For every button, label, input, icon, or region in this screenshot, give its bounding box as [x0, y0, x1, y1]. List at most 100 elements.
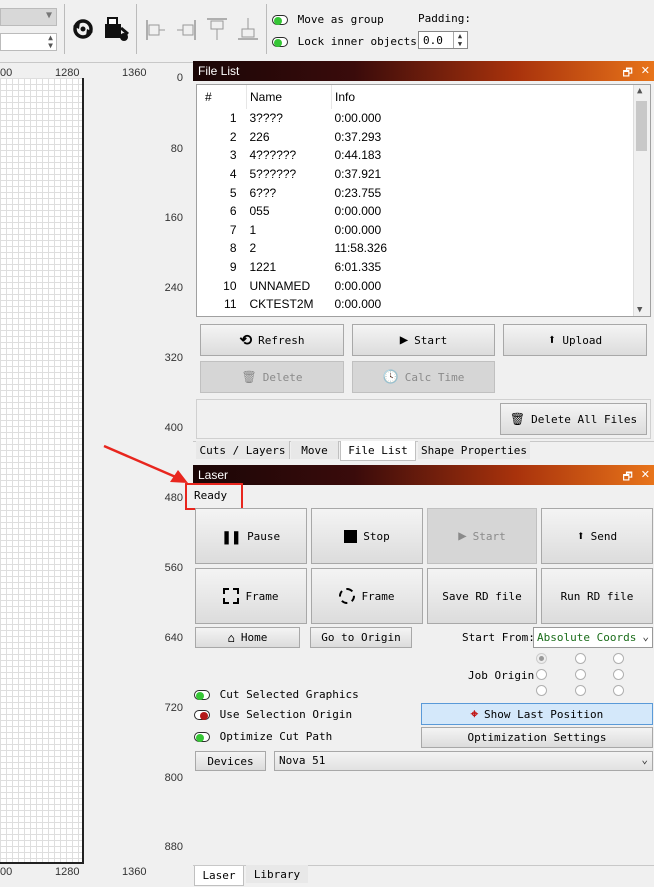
table-row[interactable]: 4 5?????? 0:37.921	[197, 165, 636, 184]
toggle-switch-icon[interactable]	[194, 690, 210, 700]
file-list-table-box[interactable]: # Name Info 1 3???? 0:00.000 2 226 0:37.293 3 4…	[196, 84, 651, 317]
align-top-icon[interactable]	[205, 16, 229, 42]
home-label: Home	[240, 631, 268, 644]
table-cell-num: 7	[229, 222, 237, 237]
go-to-origin-button[interactable]: Go to Origin	[310, 627, 412, 648]
start-button[interactable]: ▶ Start	[427, 508, 537, 564]
refresh-label: Refresh	[258, 333, 305, 347]
table-cell-name: UNNAMED	[249, 278, 311, 293]
cut-selected-graphics-toggle[interactable]: Cut Selected Graphics	[194, 688, 359, 701]
origin-radio-tc[interactable]	[575, 653, 586, 664]
tab-shape-properties[interactable]: Shape Properties	[418, 441, 530, 459]
table-cell-info: 0:37.293	[334, 129, 382, 144]
delete-button[interactable]: 🗑 Delete	[200, 361, 344, 393]
run-rd-file-button[interactable]: Run RD file	[541, 568, 653, 624]
devices-button[interactable]: Devices	[195, 751, 266, 771]
frame-button[interactable]: Frame	[195, 568, 307, 624]
optimize-cut-path-toggle[interactable]: Optimize Cut Path	[194, 730, 332, 743]
origin-radio-ml[interactable]	[536, 669, 547, 680]
scroll-up-icon[interactable]: ▲	[637, 86, 642, 96]
table-row[interactable]: 6 055 0:00.000	[197, 202, 636, 221]
tab-library[interactable]: Library	[246, 865, 308, 883]
origin-radio-mc[interactable]	[575, 669, 586, 680]
show-last-position-button[interactable]: ⌖ Show Last Position	[421, 703, 653, 725]
upload-button[interactable]: ⬆ Upload	[503, 324, 647, 356]
move-as-group-toggle[interactable]: Move as group	[272, 13, 384, 26]
padding-spinbox[interactable]: 0.0 ▲ ▼	[418, 31, 468, 49]
origin-radio-bc[interactable]	[575, 685, 586, 696]
column-header-info[interactable]: Info	[332, 85, 637, 109]
rotate-icon[interactable]	[70, 16, 96, 42]
toggle-switch-icon[interactable]	[272, 37, 288, 47]
lock-inner-objects-toggle[interactable]: Lock inner objects	[272, 35, 417, 48]
calc-time-button[interactable]: 🕓 Calc Time	[352, 361, 495, 393]
tab-file-list[interactable]: File List	[340, 441, 416, 461]
optimization-settings-button[interactable]: Optimization Settings	[421, 727, 653, 748]
device-select[interactable]: Nova 51 ⌄	[274, 751, 653, 771]
top-toolbar: ▼ ▲ ▼ Move as group Lock inner objects Pa…	[0, 0, 654, 63]
save-rd-file-button[interactable]: Save RD file	[427, 568, 537, 624]
table-row[interactable]: 10 UNNAMED 0:00.000	[197, 276, 636, 295]
crosshair-icon: ⌖	[470, 706, 479, 722]
use-selection-origin-toggle[interactable]: Use Selection Origin	[194, 708, 352, 721]
tab-laser[interactable]: Laser	[194, 866, 244, 886]
table-row[interactable]: 8 2 11:58.326	[197, 239, 636, 258]
table-row[interactable]: 1 3???? 0:00.000	[197, 109, 636, 128]
file-list-titlebar: File List 🗗 ✕	[193, 61, 654, 81]
table-row[interactable]: 3 4?????? 0:44.183	[197, 146, 636, 165]
table-row[interactable]: 7 1 0:00.000	[197, 221, 636, 240]
table-row[interactable]: 9 1221 6:01.335	[197, 258, 636, 277]
stop-button[interactable]: Stop	[311, 508, 423, 564]
table-cell-info: 6:01.335	[334, 260, 382, 275]
frame-label: Frame	[245, 589, 279, 603]
vertical-scrollbar[interactable]: ▲ ▼	[633, 85, 650, 316]
frame-circle-icon	[339, 588, 356, 604]
toggle-switch-icon[interactable]	[194, 732, 210, 742]
table-row[interactable]: 11 CKTEST2M 0:00.000	[197, 295, 636, 314]
origin-radio-mr[interactable]	[613, 669, 624, 680]
align-right-icon[interactable]	[175, 18, 197, 42]
delete-all-files-button[interactable]: 🗑 Delete All Files	[500, 403, 647, 435]
pause-label: Pause	[247, 529, 281, 543]
send-label: Send	[590, 529, 618, 543]
refresh-button[interactable]: ⟲ Refresh	[200, 324, 344, 356]
tab-cuts-layers[interactable]: Cuts / Layers	[196, 441, 290, 459]
send-button[interactable]: ⬆ Send	[541, 508, 653, 564]
table-cell-name: 2	[249, 241, 257, 256]
home-button[interactable]: ⌂ Home	[195, 627, 300, 648]
origin-radio-tr[interactable]	[613, 653, 624, 664]
delete-all-label: Delete All Files	[531, 412, 638, 426]
pause-button[interactable]: ❚❚ Pause	[195, 508, 307, 564]
partial-spinbox[interactable]: ▲ ▼	[0, 33, 57, 51]
device-value: Nova 51	[279, 754, 326, 767]
table-row[interactable]: 5 6??? 0:23.755	[197, 183, 636, 202]
tab-move[interactable]: Move	[291, 441, 339, 459]
table-cell-num: 8	[229, 241, 237, 256]
laser-titlebar: Laser 🗗 ✕	[193, 465, 654, 485]
frame-rect-icon	[223, 588, 240, 604]
table-cell-name: 1	[249, 222, 257, 237]
table-cell-num: 3	[229, 148, 237, 163]
start-upload-button[interactable]: ▶ Start	[352, 324, 495, 356]
spinner-icon[interactable]: ▲ ▼	[453, 32, 466, 48]
frame-circle-button[interactable]: Frame	[311, 568, 423, 624]
design-grid[interactable]	[0, 78, 84, 864]
column-header-name[interactable]: Name	[246, 85, 332, 109]
align-bottom-icon[interactable]	[236, 16, 260, 42]
table-cell-info: 0:00.000	[334, 278, 382, 293]
origin-radio-tl[interactable]	[536, 653, 547, 664]
column-header-num[interactable]: #	[197, 85, 247, 109]
scroll-down-icon[interactable]: ▼	[637, 305, 642, 315]
align-left-icon[interactable]	[145, 18, 167, 42]
toggle-switch-icon[interactable]	[194, 710, 210, 720]
partial-dropdown[interactable]: ▼	[0, 8, 57, 26]
table-row[interactable]: 2 226 0:37.293	[197, 128, 636, 147]
table-cell-info: 0:00.000	[334, 111, 382, 126]
toggle-switch-icon[interactable]	[272, 15, 288, 25]
origin-radio-br[interactable]	[613, 685, 624, 696]
show-last-position-label: Show Last Position	[484, 707, 604, 721]
paint-bucket-icon[interactable]	[102, 15, 130, 43]
origin-radio-bl[interactable]	[536, 685, 547, 696]
start-from-select[interactable]: Absolute Coords ⌄	[533, 627, 653, 648]
scrollbar-thumb[interactable]	[636, 101, 647, 151]
